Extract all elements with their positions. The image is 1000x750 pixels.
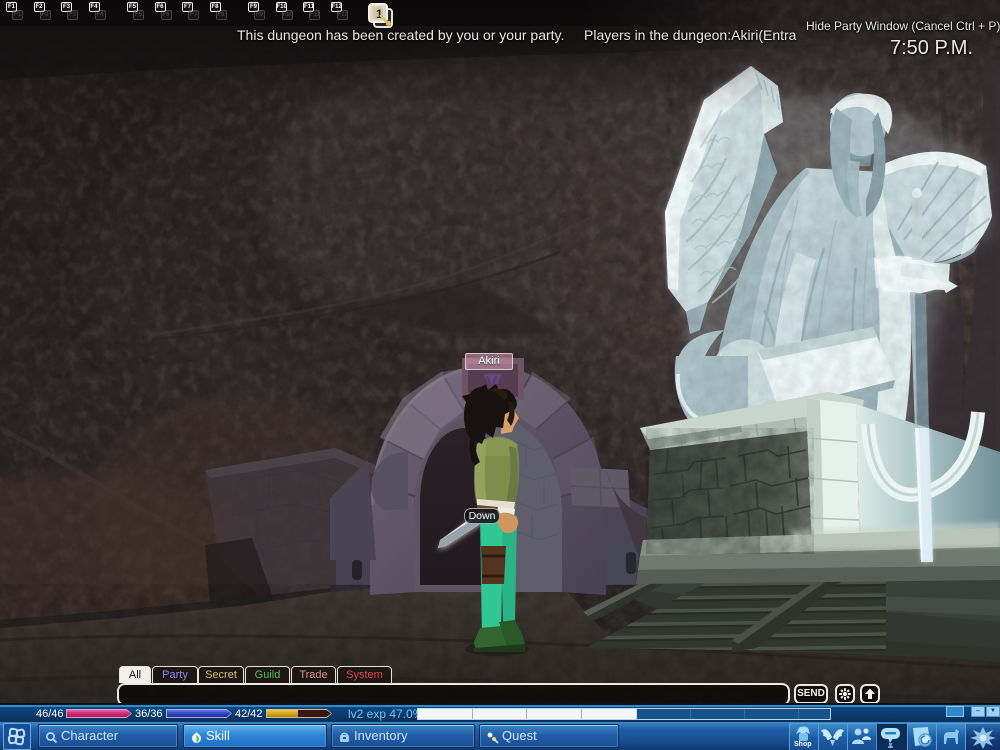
svg-text:1: 1 — [376, 7, 383, 21]
svg-text:Shop: Shop — [794, 741, 812, 748]
